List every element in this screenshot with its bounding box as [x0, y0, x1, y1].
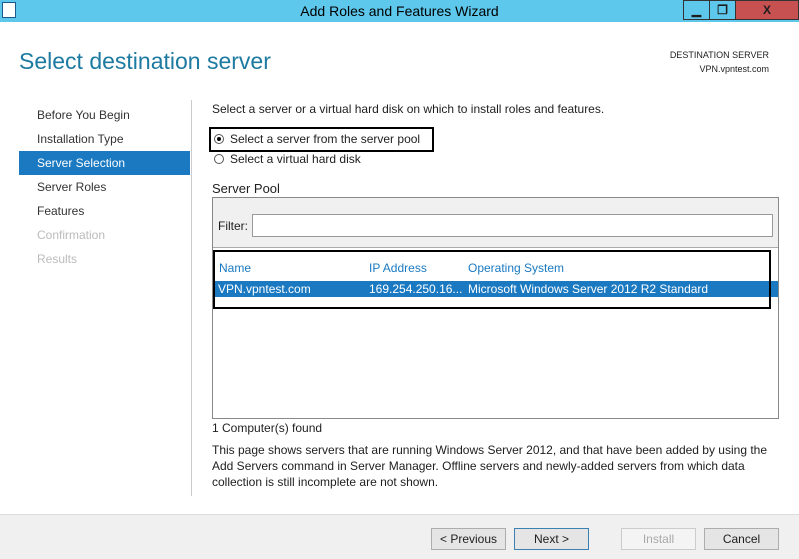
note-text: This page shows servers that are running… [212, 443, 768, 489]
minimize-button[interactable]: ▁ [683, 0, 710, 20]
count-text: 1 Computer(s) found [212, 421, 323, 435]
wizard-nav: Before You Begin Installation Type Serve… [19, 103, 190, 271]
destination-label: DESTINATION SERVER [669, 50, 769, 60]
close-button[interactable]: X [735, 0, 799, 20]
nav-before-you-begin[interactable]: Before You Begin [19, 103, 190, 127]
nav-results: Results [37, 252, 78, 266]
restore-button[interactable]: ❐ [709, 0, 736, 20]
page-title: Select destination server [19, 48, 271, 74]
filter-label: Filter: [218, 219, 248, 233]
destination-server: DESTINATION SERVER VPN.vpntest.com [670, 48, 769, 76]
title-bar: Add Roles and Features Wizard ▁ ❐ X [0, 0, 799, 22]
highlight-box [209, 127, 434, 152]
footer: < Previous Next > Install Cancel [0, 514, 799, 559]
highlight-box [213, 250, 771, 309]
nav-server-selection[interactable]: Server Selection [19, 151, 190, 175]
install-button: Install [621, 528, 696, 550]
filter-bar: Filter: [213, 198, 778, 248]
intro-text: Select a server or a virtual hard disk o… [212, 102, 605, 116]
previous-button[interactable]: < Previous [431, 528, 506, 550]
server-pool-heading: Server Pool [212, 181, 280, 196]
next-button[interactable]: Next > [514, 528, 589, 550]
nav-installation-type[interactable]: Installation Type [19, 127, 190, 151]
window-title: Add Roles and Features Wizard [300, 3, 499, 19]
destination-value: VPN.vpntest.com [699, 64, 769, 74]
divider [191, 100, 192, 496]
nav-server-roles[interactable]: Server Roles [19, 175, 190, 199]
nav-features[interactable]: Features [19, 199, 190, 223]
cancel-button[interactable]: Cancel [704, 528, 779, 550]
radio-label: Select a virtual hard disk [230, 152, 361, 166]
nav-confirmation: Confirmation [37, 228, 106, 242]
radio-vhd[interactable]: Select a virtual hard disk [214, 152, 361, 166]
filter-input[interactable] [252, 214, 773, 237]
radio-unchecked-icon [214, 154, 224, 164]
